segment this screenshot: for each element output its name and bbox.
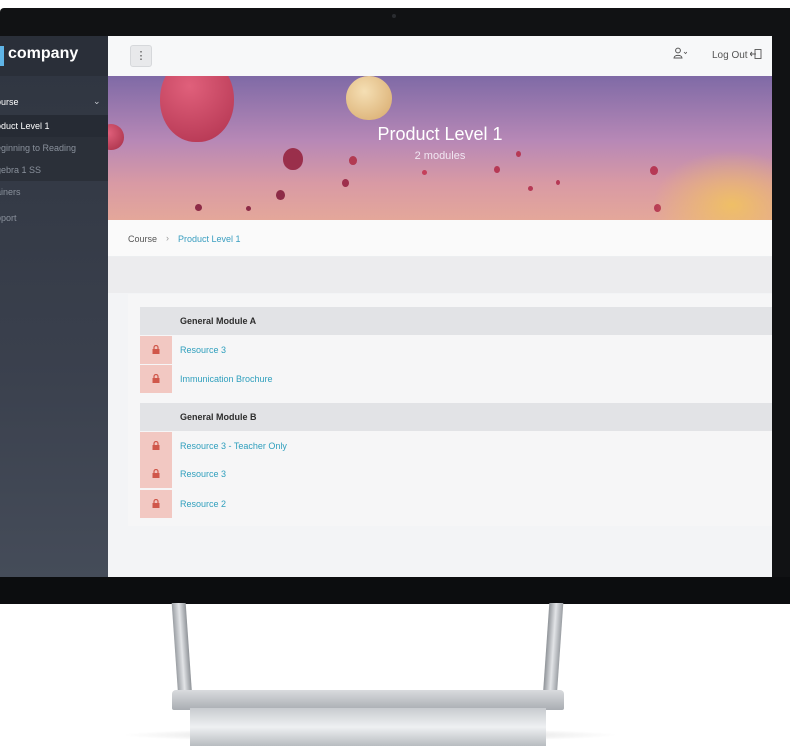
sidebar-section-label: ourse xyxy=(0,97,19,107)
sidebar: company ourse ⌄ oduct Level 1 eginning t… xyxy=(0,36,108,577)
menu-button[interactable]: ⋮ xyxy=(130,45,152,67)
balloon-image xyxy=(346,76,392,120)
course-banner: Product Level 1 2 modules xyxy=(108,76,772,220)
brand-name: company xyxy=(8,45,79,62)
resource-row[interactable]: Immunication Brochure xyxy=(140,365,772,393)
balloon-image xyxy=(246,206,251,211)
sidebar-item-label: ainers xyxy=(0,187,21,197)
module-title: General Module B xyxy=(180,412,257,422)
monitor-stand-arm-left xyxy=(171,603,193,698)
sidebar-item-label: gebra 1 SS xyxy=(0,165,42,175)
resource-link[interactable]: Resource 3 xyxy=(180,345,226,355)
course-title: Product Level 1 xyxy=(377,124,503,144)
lock-icon xyxy=(152,345,160,354)
lock-icon xyxy=(152,499,160,508)
lock-badge xyxy=(140,490,172,518)
user-icon xyxy=(673,47,688,59)
balloon-image xyxy=(342,179,349,187)
brand[interactable]: company xyxy=(0,36,108,76)
breadcrumb: Course › Product Level 1 xyxy=(108,220,772,257)
balloon-image xyxy=(654,204,661,212)
lock-icon xyxy=(152,441,160,450)
balloon-image xyxy=(195,204,202,211)
balloon-image xyxy=(422,170,427,175)
balloon-image xyxy=(528,186,533,191)
breadcrumb-course-link[interactable]: Course xyxy=(128,234,157,244)
breadcrumb-current[interactable]: Product Level 1 xyxy=(178,234,241,244)
monitor-stand-arm-right xyxy=(542,603,564,698)
sidebar-item-label: pport xyxy=(0,213,17,223)
sidebar-item-beginning-to-reading[interactable]: eginning to Reading xyxy=(0,137,108,159)
logout-label: Log Out xyxy=(712,50,748,61)
resource-row[interactable]: Resource 3 - Teacher Only xyxy=(140,432,772,460)
balloon-image xyxy=(556,180,560,185)
content-band xyxy=(108,257,772,293)
resource-row[interactable]: Resource 3 xyxy=(140,336,772,364)
breadcrumb-separator: › xyxy=(166,233,169,243)
logout-link[interactable]: Log Out xyxy=(712,49,762,61)
vertical-dots-icon: ⋮ xyxy=(135,50,147,62)
monitor-stand-base xyxy=(172,690,564,710)
balloon-image xyxy=(276,190,285,200)
lock-badge xyxy=(140,336,172,364)
module-count: 2 modules xyxy=(414,150,466,162)
monitor-screen: company ourse ⌄ oduct Level 1 eginning t… xyxy=(0,36,772,577)
sidebar-item-support[interactable]: pport xyxy=(0,207,108,229)
sidebar-item-trainers[interactable]: ainers xyxy=(0,181,108,203)
module-header-b[interactable]: General Module B xyxy=(140,403,772,431)
resource-link[interactable]: Resource 2 xyxy=(180,499,226,509)
module-title: General Module A xyxy=(180,316,257,326)
sidebar-item-label: eginning to Reading xyxy=(0,143,77,153)
chevron-down-icon: ⌄ xyxy=(93,96,101,106)
user-menu-button[interactable] xyxy=(673,47,688,62)
resource-link[interactable]: Immunication Brochure xyxy=(180,374,273,384)
top-bar: ⋮ Log Out xyxy=(108,36,772,77)
sidebar-item-algebra[interactable]: gebra 1 SS xyxy=(0,159,108,181)
resource-row[interactable]: Resource 3 xyxy=(140,460,772,488)
lock-badge xyxy=(140,365,172,393)
sidebar-item-product-level-1[interactable]: oduct Level 1 xyxy=(0,115,108,137)
balloon-image xyxy=(494,166,500,173)
logout-icon xyxy=(749,49,762,59)
sidebar-section-course[interactable]: ourse ⌄ xyxy=(0,94,108,112)
monitor-chin xyxy=(0,577,790,604)
monitor-stand-base-front xyxy=(190,708,546,746)
resource-row[interactable]: Resource 2 xyxy=(140,490,772,518)
resource-link[interactable]: Resource 3 - Teacher Only xyxy=(180,441,287,451)
lock-badge xyxy=(140,432,172,460)
modules-card: General Module A Resource 3 Immunication… xyxy=(128,294,772,526)
lock-icon xyxy=(152,374,160,383)
monitor-camera xyxy=(392,14,396,18)
logo-mark xyxy=(0,46,4,66)
lock-icon xyxy=(152,469,160,478)
lock-badge xyxy=(140,460,172,488)
module-header-a[interactable]: General Module A xyxy=(140,307,772,335)
sidebar-item-label: oduct Level 1 xyxy=(0,121,50,131)
resource-link[interactable]: Resource 3 xyxy=(180,469,226,479)
balloon-image xyxy=(650,166,658,175)
